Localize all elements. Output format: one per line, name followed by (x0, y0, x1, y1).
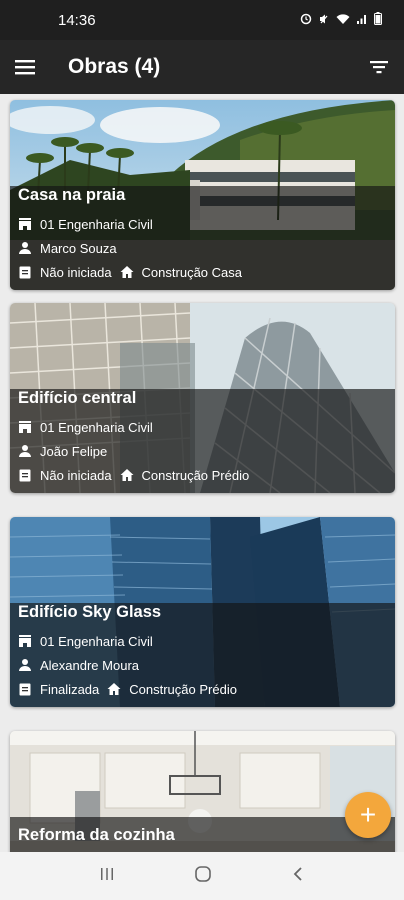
card-type: Construção Casa (141, 264, 242, 280)
card-info: Edifício Sky Glass 01 Engenharia Civil A… (18, 603, 387, 701)
add-icon: + (359, 799, 377, 830)
status-bar: 14:36 (0, 0, 404, 40)
card-status: Não iniciada (40, 264, 112, 280)
battery-icon (374, 12, 382, 28)
card-responsible: Marco Souza (40, 240, 117, 256)
company-icon (18, 420, 32, 434)
clipboard-icon (18, 265, 32, 279)
work-card[interactable]: Edifício central 01 Engenharia Civil Joã… (10, 303, 395, 493)
card-company: 01 Engenharia Civil (40, 633, 153, 649)
page-title: Obras (4) (68, 55, 161, 78)
work-card[interactable]: Edifício Sky Glass 01 Engenharia Civil A… (10, 517, 395, 707)
person-icon (18, 658, 32, 672)
signal-icon (356, 13, 368, 28)
clipboard-icon (18, 682, 32, 696)
mute-icon (318, 13, 330, 28)
work-card[interactable]: Reforma da cozinha (10, 731, 395, 852)
status-time: 14:36 (58, 11, 96, 29)
card-responsible: Alexandre Moura (40, 657, 139, 673)
status-icons (300, 12, 382, 28)
card-info: Casa na praia 01 Engenharia Civil Marco … (18, 186, 387, 284)
company-icon (18, 634, 32, 648)
clipboard-icon (18, 468, 32, 482)
menu-icon[interactable] (14, 56, 36, 78)
card-title: Casa na praia (18, 186, 126, 204)
card-responsible: João Felipe (40, 443, 108, 459)
card-info: Edifício central 01 Engenharia Civil Joã… (18, 389, 387, 487)
card-company: 01 Engenharia Civil (40, 216, 153, 232)
home-icon (120, 265, 134, 279)
card-title: Reforma da cozinha (18, 826, 175, 844)
recents-icon[interactable] (99, 866, 115, 887)
company-icon (18, 217, 32, 231)
card-info: Reforma da cozinha (18, 826, 387, 852)
card-type: Construção Prédio (129, 681, 237, 697)
alarm-icon (300, 13, 312, 28)
person-icon (18, 241, 32, 255)
home-icon (120, 468, 134, 482)
home-nav-icon[interactable] (194, 865, 212, 888)
work-card[interactable]: Casa na praia 01 Engenharia Civil Marco … (10, 100, 395, 290)
home-icon (107, 682, 121, 696)
card-type: Construção Prédio (141, 467, 250, 483)
person-icon (18, 444, 32, 458)
card-title: Edifício Sky Glass (18, 603, 162, 621)
add-button[interactable]: + (345, 792, 391, 838)
system-nav-bar (0, 852, 404, 900)
wifi-icon (336, 13, 350, 28)
card-status: Não iniciada (40, 467, 112, 483)
card-title: Edifício central (18, 389, 137, 407)
app-bar: Obras (4) (0, 40, 404, 94)
filter-icon[interactable] (368, 56, 390, 78)
back-icon[interactable] (291, 866, 305, 887)
works-list: Casa na praia 01 Engenharia Civil Marco … (0, 94, 404, 852)
card-status: Finalizada (40, 681, 100, 697)
card-company: 01 Engenharia Civil (40, 419, 153, 435)
